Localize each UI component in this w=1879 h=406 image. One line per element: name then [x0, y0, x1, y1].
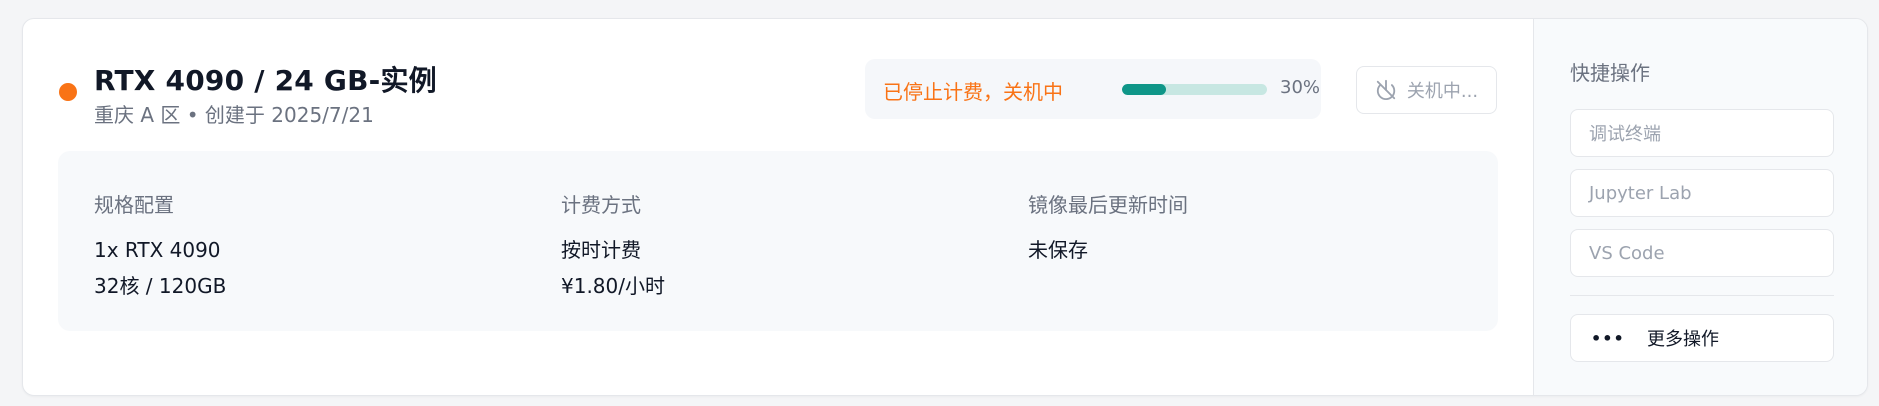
shutdown-label: 关机中...: [1406, 81, 1479, 102]
instance-subtitle: 重庆 A 区 • 创建于 2025/7/21: [94, 103, 374, 127]
instance-main: RTX 4090 / 24 GB-实例 重庆 A 区 • 创建于 2025/7/…: [23, 19, 1533, 395]
instance-title: RTX 4090 / 24 GB-实例: [94, 64, 437, 97]
spec-gpu: 1x RTX 4090: [94, 238, 221, 262]
progress-fill: [1122, 84, 1166, 95]
billing-column: 计费方式 按时计费 ¥1.80/小时: [561, 189, 665, 304]
status-panel: 已停止计费，关机中 30%: [865, 59, 1321, 119]
shutdown-button[interactable]: 关机中...: [1356, 66, 1497, 114]
spec-column: 规格配置 1x RTX 4090 32核 / 120GB: [94, 189, 226, 304]
instance-card: RTX 4090 / 24 GB-实例 重庆 A 区 • 创建于 2025/7/…: [22, 18, 1868, 396]
billing-label: 计费方式: [561, 193, 641, 217]
info-panel: 规格配置 1x RTX 4090 32核 / 120GB 计费方式 按时计费 ¥…: [58, 151, 1498, 331]
quick-actions-sidebar: 快捷操作 调试终端 Jupyter Lab VS Code ••• 更多操作: [1533, 19, 1867, 395]
quick-actions-title: 快捷操作: [1570, 61, 1650, 85]
progress-bar: [1122, 84, 1267, 95]
more-actions-label: 更多操作: [1647, 329, 1719, 350]
vscode-button[interactable]: VS Code: [1570, 229, 1834, 277]
more-dots-icon: •••: [1591, 328, 1625, 348]
spec-label: 规格配置: [94, 193, 174, 217]
status-text: 已停止计费，关机中: [883, 80, 1063, 104]
image-label: 镜像最后更新时间: [1028, 193, 1188, 217]
spec-cpu-mem: 32核 / 120GB: [94, 274, 227, 298]
debug-terminal-button[interactable]: 调试终端: [1570, 109, 1834, 157]
billing-mode: 按时计费: [561, 238, 641, 262]
side-divider: [1570, 295, 1834, 296]
more-actions-button[interactable]: ••• 更多操作: [1570, 314, 1834, 362]
jupyter-lab-button[interactable]: Jupyter Lab: [1570, 169, 1834, 217]
progress-label: 30%: [1280, 77, 1321, 98]
power-off-icon: [1375, 79, 1397, 101]
image-column: 镜像最后更新时间 未保存: [1028, 189, 1188, 268]
status-dot: [59, 83, 77, 101]
billing-price: ¥1.80/小时: [561, 274, 665, 298]
image-status: 未保存: [1028, 238, 1088, 262]
